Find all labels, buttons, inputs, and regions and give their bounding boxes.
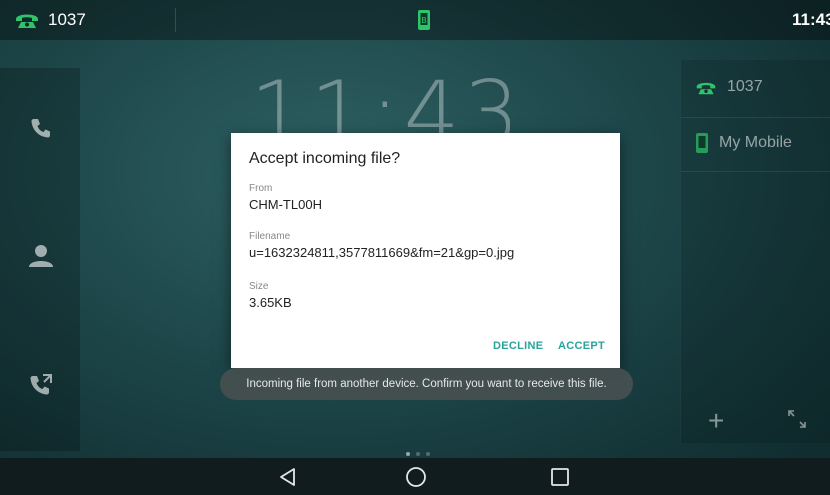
svg-text:B: B bbox=[421, 16, 427, 25]
line-key-account[interactable]: 1037 bbox=[695, 78, 763, 96]
from-label: From bbox=[249, 183, 273, 194]
handset-icon bbox=[31, 119, 50, 138]
line-key-mobile[interactable]: My Mobile bbox=[695, 132, 792, 154]
home-circle-icon bbox=[406, 467, 426, 487]
page-indicator bbox=[406, 452, 430, 456]
right-panel: 1037 My Mobile bbox=[680, 60, 830, 443]
page-dot bbox=[406, 452, 410, 456]
panel-divider bbox=[681, 171, 830, 172]
phone-icon bbox=[696, 82, 716, 94]
back-button[interactable] bbox=[274, 463, 302, 491]
toast-message: Incoming file from another device. Confi… bbox=[220, 368, 633, 400]
call-history-button[interactable] bbox=[26, 370, 56, 400]
phone-icon bbox=[16, 14, 38, 28]
contact-person-icon bbox=[29, 245, 53, 267]
recents-button[interactable] bbox=[546, 463, 574, 491]
decline-button[interactable]: DECLINE bbox=[493, 340, 543, 352]
size-value: 3.65KB bbox=[249, 295, 292, 310]
dialog-title: Accept incoming file? bbox=[249, 150, 401, 167]
mobile-icon bbox=[696, 133, 708, 153]
home-button[interactable] bbox=[402, 463, 430, 491]
size-label: Size bbox=[249, 281, 269, 292]
contacts-button[interactable] bbox=[26, 241, 56, 271]
status-divider bbox=[175, 8, 176, 32]
account-indicator[interactable]: 1037 bbox=[14, 8, 86, 32]
filename-value: u=1632324811,3577811669&fm=21&gp=0.jpg bbox=[249, 245, 515, 260]
call-history-icon bbox=[30, 374, 52, 395]
line-key-label: 1037 bbox=[727, 78, 763, 95]
page-dot bbox=[416, 452, 420, 456]
account-number: 1037 bbox=[48, 10, 86, 29]
navigation-bar bbox=[0, 458, 830, 495]
status-bar: 1037 B 11:43 bbox=[0, 0, 830, 40]
page-dot bbox=[426, 452, 430, 456]
dialer-button[interactable] bbox=[26, 113, 56, 143]
back-triangle-icon bbox=[280, 468, 295, 486]
status-time: 11:43 bbox=[792, 10, 830, 29]
accept-file-dialog: Accept incoming file? From CHM-TL00H Fil… bbox=[231, 133, 620, 368]
mobile-connected-icon: B bbox=[418, 10, 430, 30]
add-button[interactable]: + bbox=[708, 405, 724, 437]
accept-button[interactable]: ACCEPT bbox=[558, 340, 605, 352]
from-value: CHM-TL00H bbox=[249, 197, 322, 212]
plus-icon: + bbox=[708, 405, 725, 436]
filename-label: Filename bbox=[249, 231, 291, 242]
line-key-label: My Mobile bbox=[719, 134, 792, 151]
recents-square-icon bbox=[551, 468, 569, 486]
panel-divider bbox=[681, 117, 830, 118]
expand-icon[interactable] bbox=[787, 409, 807, 429]
phone-screen: 1037 B 11:43 11:43 1037 My Mobile + Acce… bbox=[0, 0, 830, 495]
toast-text: Incoming file from another device. Confi… bbox=[246, 378, 607, 390]
